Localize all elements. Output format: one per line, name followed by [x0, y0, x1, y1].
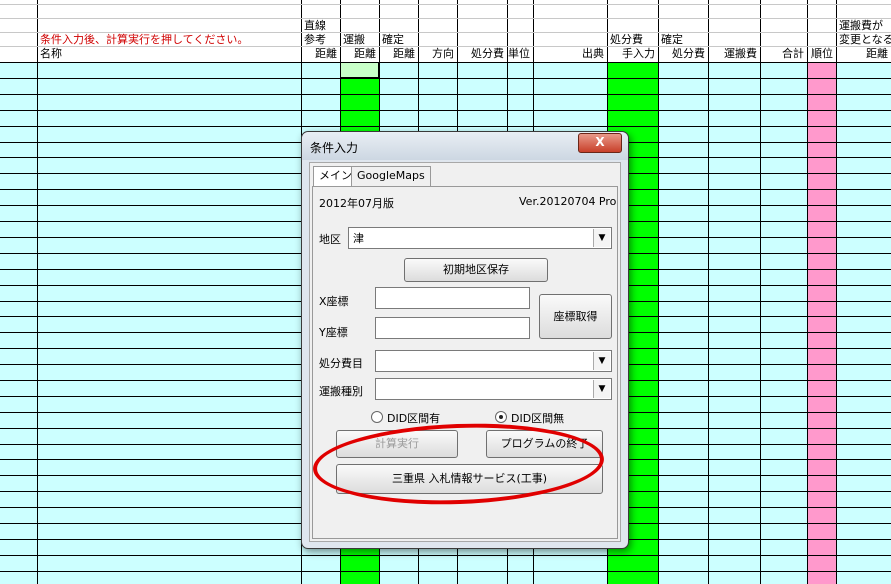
grid-hline — [0, 555, 891, 556]
grid-hline — [0, 110, 891, 111]
chevron-down-icon[interactable]: ▼ — [593, 380, 610, 398]
grid-hline — [0, 94, 891, 95]
header-direction-line3: 方向 — [432, 47, 454, 60]
header-name: 名称 — [40, 47, 62, 60]
header-confirm_disposal-line2: 確定 — [661, 33, 683, 46]
header-gridline — [0, 46, 891, 47]
close-button[interactable]: X — [578, 133, 622, 153]
header-change_dist-line1: 運搬費が — [839, 19, 883, 32]
x-coord-input[interactable] — [375, 287, 530, 309]
header-unit-line3: 単位 — [508, 47, 530, 60]
header-gridline — [0, 4, 891, 5]
grid-vline — [807, 0, 808, 584]
radio-did-yes-label: DID区間有 — [387, 412, 441, 425]
disposal-item-label: 処分費目 — [319, 357, 363, 370]
transport-type-combo[interactable]: ▼ — [375, 378, 612, 400]
header-manual-line2: 処分費 — [610, 33, 643, 46]
header-change_dist-line2: 変更となる — [839, 33, 891, 46]
grid-vline — [836, 0, 837, 584]
grid-vline — [37, 0, 38, 584]
y-coord-input[interactable] — [375, 317, 530, 339]
district-label: 地区 — [319, 233, 341, 246]
dialog-title: 条件入力 — [310, 141, 359, 155]
save-district-button[interactable]: 初期地区保存 — [404, 258, 548, 282]
radio-off-icon — [371, 411, 383, 423]
header-haul_cost-line3: 運搬費 — [724, 47, 757, 60]
radio-did-no-label: DID区間無 — [511, 412, 565, 425]
pink-column-rank — [807, 62, 836, 584]
header-straight-line1: 直線 — [304, 19, 326, 32]
header-source-line3: 出典 — [582, 47, 604, 60]
header-gridline — [0, 32, 891, 33]
transport-type-label: 運搬種別 — [319, 385, 363, 398]
radio-on-icon — [495, 411, 507, 423]
grid-hline — [0, 62, 891, 63]
header-rank-line3: 順位 — [811, 47, 833, 60]
x-coord-label: X座標 — [319, 295, 349, 308]
grid-hline — [0, 78, 891, 79]
grid-vline — [658, 0, 659, 584]
header-total-line3: 合計 — [782, 47, 804, 60]
version-label: Ver.20120704 Pro — [519, 195, 617, 208]
header-disposal_cost-line3: 処分費 — [471, 47, 504, 60]
header-straight-line2: 参考 — [304, 33, 326, 46]
radio-did-yes[interactable]: DID区間有 — [371, 410, 440, 426]
header-confirm_dist-line3: 距離 — [393, 47, 415, 60]
dialog-titlebar[interactable]: 条件入力 X — [302, 132, 628, 160]
y-coord-label: Y座標 — [319, 326, 348, 339]
instruction-text: 条件入力後、計算実行を押してください。 — [40, 33, 249, 46]
grid-vline — [760, 0, 761, 584]
chevron-down-icon[interactable]: ▼ — [593, 352, 610, 370]
chevron-down-icon[interactable]: ▼ — [593, 229, 610, 247]
header-manual-line3: 手入力 — [622, 47, 655, 60]
get-coords-button[interactable]: 座標取得 — [539, 294, 612, 339]
header-haul-line3: 距離 — [354, 47, 376, 60]
header-haul-line2: 運搬 — [343, 33, 365, 46]
header-gridline — [0, 18, 891, 19]
header-confirm_dist-line2: 確定 — [382, 33, 404, 46]
tab-googlemaps[interactable]: GoogleMaps — [351, 166, 431, 186]
header-straight-line3: 距離 — [315, 47, 337, 60]
district-combo[interactable]: 津 ▼ — [348, 227, 612, 249]
district-value: 津 — [353, 232, 364, 245]
header-change_dist-line3: 距離 — [866, 47, 888, 60]
selected-cell[interactable] — [340, 62, 379, 78]
grid-vline — [708, 0, 709, 584]
edition-label: 2012年07月版 — [319, 197, 394, 210]
header-confirm_disposal-line3: 処分費 — [672, 47, 705, 60]
grid-hline — [0, 126, 891, 127]
grid-hline — [0, 571, 891, 572]
disposal-item-combo[interactable]: ▼ — [375, 350, 612, 372]
